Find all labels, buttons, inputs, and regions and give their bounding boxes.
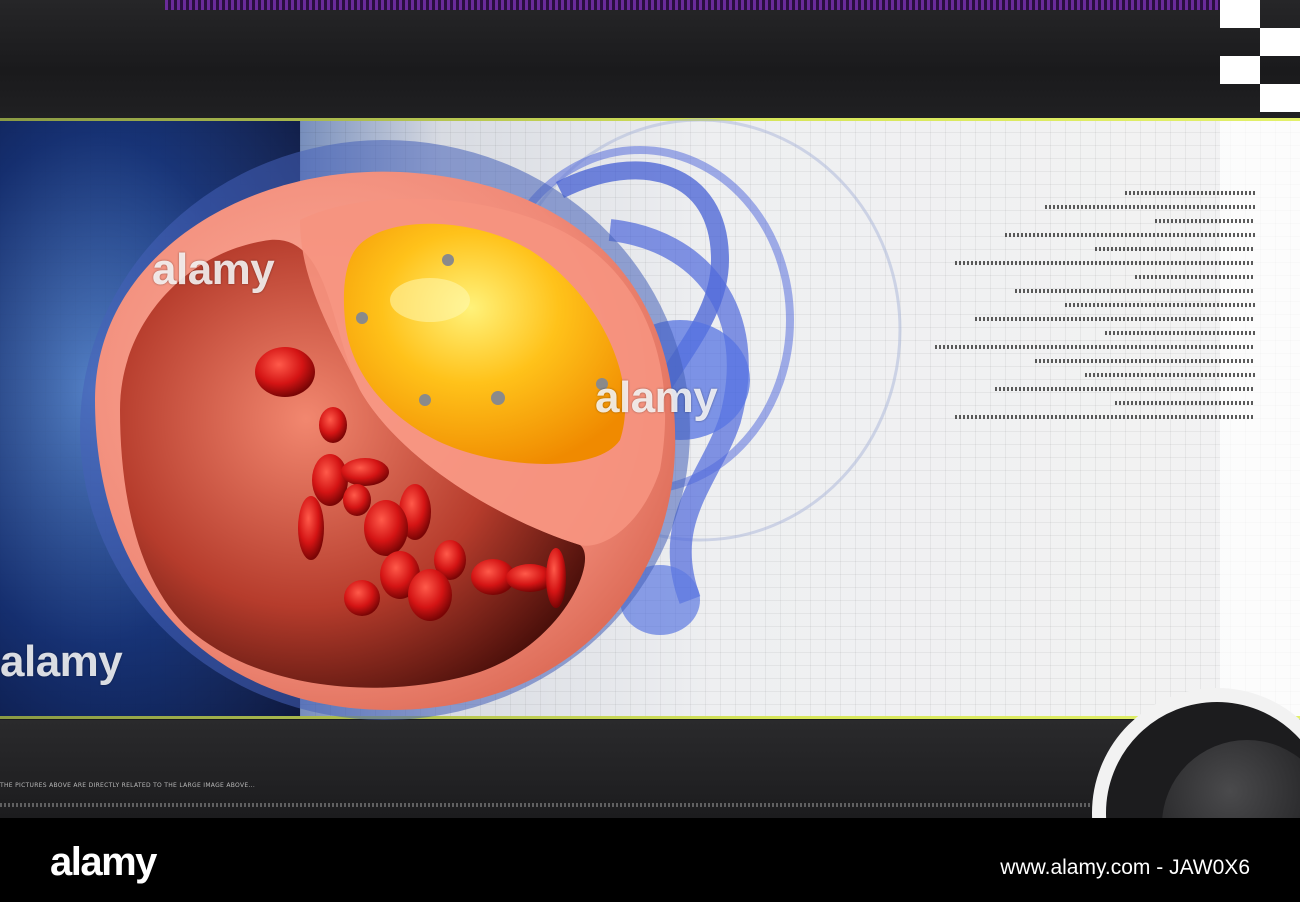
alamy-logo: alamy [50, 840, 157, 884]
image-frame: THE PICTURES ABOVE ARE DIRECTLY RELATED … [0, 0, 1300, 818]
footer-bar: alamy www.alamy.com - JAW0X6 [0, 818, 1300, 902]
watermark-center: alamy [595, 373, 718, 422]
watermark-bottom-left: alamy [0, 637, 123, 686]
image-id-url: www.alamy.com - JAW0X6 [1000, 856, 1250, 879]
watermark-left: alamy [152, 245, 275, 294]
